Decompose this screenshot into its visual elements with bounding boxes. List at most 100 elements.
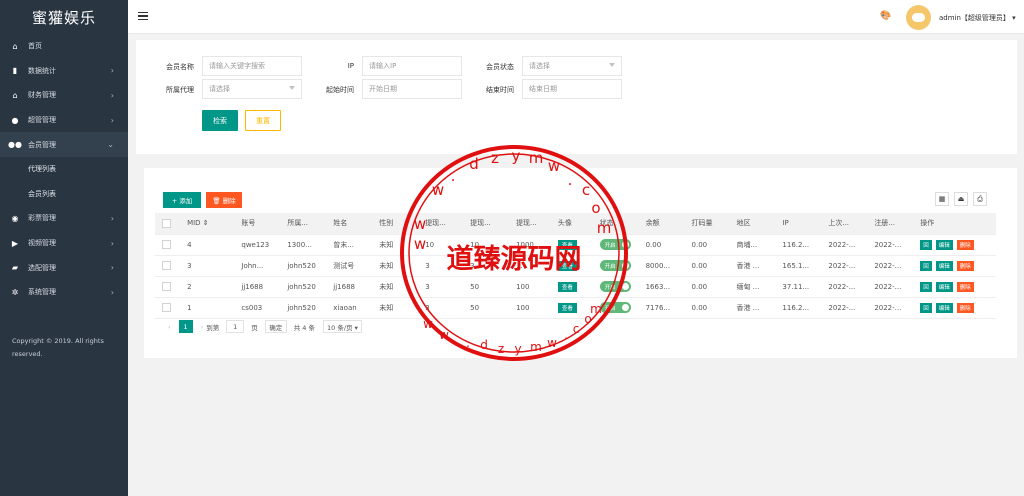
table-cell-sex: 未知 (372, 276, 419, 298)
next-page-button[interactable]: › (201, 323, 204, 331)
row-checkbox[interactable] (162, 240, 171, 249)
delete-row-button[interactable]: 删除 (956, 302, 974, 313)
avatar[interactable] (906, 5, 931, 30)
sidebar-item-gear[interactable]: ✲ 系统管理 › (0, 280, 128, 305)
agent-select[interactable]: 请选择 (202, 79, 302, 99)
row-checkbox[interactable] (162, 261, 171, 270)
view-avatar-button[interactable]: 查看 (557, 302, 577, 313)
add-button[interactable]: + 添加 (163, 192, 201, 208)
end-date-input[interactable]: 结束日期 (522, 79, 622, 99)
table-cell-bet: 0.00 (684, 276, 730, 298)
sidebar-item-users[interactable]: ●● 会员管理 ⌄ (0, 132, 128, 157)
view-avatar-button[interactable]: 查看 (557, 260, 577, 271)
table-row[interactable]: 1 cs003 john520 xiaoan 未知 3 50 100 查看 开启 7176... 0.… (155, 297, 996, 319)
user-menu[interactable]: admin【超级管理员】 ▾ (939, 13, 1016, 23)
theme-palette-icon[interactable]: 🎨 (880, 11, 891, 21)
page-number-input[interactable]: 1 (226, 320, 245, 333)
delete-row-button[interactable]: 删除 (956, 239, 974, 250)
column-header[interactable]: 状态 (592, 213, 639, 235)
column-header[interactable]: MID ⇕ (180, 213, 235, 235)
select-all-checkbox-cell[interactable] (155, 213, 181, 235)
per-page-select[interactable]: 10 条/页 ▾ (323, 320, 362, 333)
edit-button[interactable]: 编辑 (935, 302, 953, 313)
sidebar-item-label: 首页 (28, 42, 42, 51)
column-header[interactable]: 地区 (729, 213, 776, 235)
table-row[interactable]: 3 John... john520 测试号 未知 3 3... 查看 开启 8000... 0.00… (155, 255, 996, 277)
export-icon[interactable]: ⏏ (954, 192, 968, 206)
sidebar-item-tag[interactable]: ▰ 选配管理 › (0, 255, 128, 280)
status-toggle[interactable]: 开启 (599, 302, 631, 313)
column-header[interactable]: 提现... (463, 213, 510, 235)
brand-logo[interactable]: 蜜獾娱乐 (0, 0, 128, 34)
sidebar-subitem[interactable]: 会员列表 (0, 182, 128, 207)
row-checkbox-cell[interactable] (155, 297, 181, 319)
gamepad-icon: ◉ (11, 213, 19, 223)
status-toggle[interactable]: 开启 (599, 239, 631, 250)
column-header[interactable]: 提现... (509, 213, 551, 235)
delete-button[interactable]: 🗑 删除 (206, 192, 242, 208)
start-date-input[interactable]: 开始日期 (362, 79, 462, 99)
sidebar-item-home[interactable]: ⌂ 首页 (0, 34, 128, 59)
sidebar-item-gamepad[interactable]: ◉ 彩票管理 › (0, 206, 128, 231)
chevron-down-icon (609, 63, 615, 67)
table-cell-name: xiaoan (326, 297, 373, 319)
table-cell-region: 香港 ... (729, 297, 776, 319)
status-select[interactable]: 请选择 (522, 56, 622, 76)
page-confirm-button[interactable]: 确定 (264, 320, 287, 333)
column-header[interactable]: 性别 (372, 213, 419, 235)
sidebar-item-video[interactable]: ▶ 视频管理 › (0, 231, 128, 256)
view-button[interactable]: 回 (920, 302, 932, 313)
view-button[interactable]: 回 (920, 260, 932, 271)
row-checkbox[interactable] (162, 303, 171, 312)
columns-filter-icon[interactable]: ▦ (935, 192, 949, 206)
sidebar-subitem[interactable]: 代理列表 (0, 157, 128, 182)
sidebar-item-label: 视频管理 (28, 239, 56, 248)
print-icon[interactable]: ⎙ (973, 192, 987, 206)
view-button[interactable]: 回 (920, 239, 932, 250)
column-header[interactable]: 所属... (280, 213, 327, 235)
column-header[interactable]: 注册... (867, 213, 914, 235)
edit-button[interactable]: 编辑 (935, 260, 953, 271)
row-checkbox-cell[interactable] (155, 276, 181, 298)
sidebar-item-bank[interactable]: ⌂ 财务管理 › (0, 83, 128, 108)
reset-button[interactable]: 重置 (245, 110, 281, 131)
ip-label: IP (347, 62, 354, 70)
column-header[interactable]: IP (775, 213, 822, 235)
table-cell-mid: 3 (180, 255, 235, 277)
sidebar-item-user[interactable]: ● 超管管理 › (0, 108, 128, 133)
prev-page-button[interactable]: ‹ (168, 323, 171, 331)
column-header[interactable]: 打码量 (684, 213, 730, 235)
ip-input[interactable]: 请输入IP (362, 56, 462, 76)
menu-toggle-icon[interactable] (138, 12, 148, 21)
search-button[interactable]: 检索 (202, 110, 238, 131)
select-all-checkbox[interactable] (162, 218, 171, 228)
table-cell-w2: 10 (463, 234, 510, 256)
member-name-input[interactable]: 请输入关键字搜索 (202, 56, 302, 76)
column-header[interactable]: 操作 (913, 213, 996, 235)
edit-button[interactable]: 编辑 (935, 281, 953, 292)
row-checkbox-cell[interactable] (155, 234, 181, 256)
view-avatar-button[interactable]: 查看 (557, 281, 577, 292)
column-header[interactable]: 账号 (234, 213, 281, 235)
column-header[interactable]: 提现... (418, 213, 464, 235)
current-page[interactable]: 1 (178, 320, 193, 333)
status-toggle[interactable]: 开启 (599, 260, 631, 271)
column-header[interactable]: 余额 (638, 213, 685, 235)
status-toggle[interactable]: 开启 (599, 281, 631, 292)
delete-row-button[interactable]: 删除 (956, 281, 974, 292)
row-checkbox-cell[interactable] (155, 255, 181, 277)
view-avatar-button[interactable]: 查看 (557, 239, 577, 250)
column-header[interactable]: 姓名 (326, 213, 373, 235)
column-header[interactable]: 头像 (550, 213, 593, 235)
column-header[interactable]: 上次... (821, 213, 868, 235)
edit-button[interactable]: 编辑 (935, 239, 953, 250)
sidebar-item-bar-chart[interactable]: ▮ 数据统计 › (0, 59, 128, 84)
view-button[interactable]: 回 (920, 281, 932, 292)
table-row[interactable]: 4 qwe123 1300... 曾末... 未知 10 10 1000... 查看 开启 0.00… (155, 234, 996, 256)
delete-row-button[interactable]: 删除 (956, 260, 974, 271)
table-cell-name: 曾末... (326, 234, 373, 256)
table-row[interactable]: 2 jj1688 john520 jj1688 未知 3 50 100 查看 开启 1663... 0… (155, 276, 996, 298)
member-table: MID ⇕ 账号 所属... 姓名 性别 提现... 提现... 提现... 头像 状态 余额 打码量… (155, 213, 996, 319)
row-checkbox[interactable] (162, 282, 171, 291)
status-cell: 开启 (592, 297, 639, 319)
